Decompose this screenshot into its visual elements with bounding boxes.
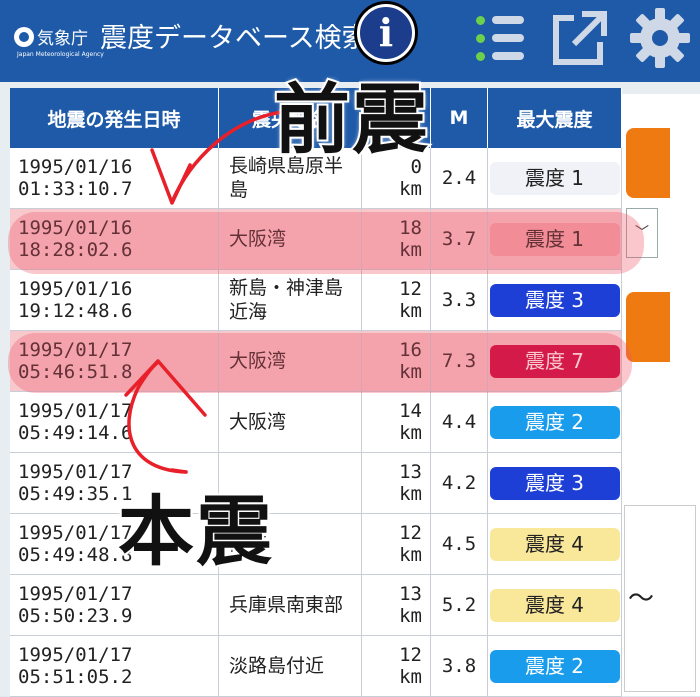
cell-datetime: 1995/01/17 05:50:23.9 bbox=[10, 574, 219, 636]
highlight-band-foreshock bbox=[8, 212, 644, 274]
cell-depth: 13 km bbox=[361, 452, 431, 514]
cell-max-intensity: 震度 4 bbox=[487, 574, 622, 636]
cell-magnitude: 3.8 bbox=[430, 635, 488, 697]
layers-menu-button[interactable] bbox=[476, 14, 524, 64]
info-button[interactable]: i bbox=[357, 4, 415, 62]
cell-time: 05:51:05.2 bbox=[18, 666, 133, 688]
depth-value: 12 bbox=[399, 522, 422, 544]
cell-max-intensity: 震度 4 bbox=[487, 513, 622, 575]
table-row[interactable]: 1995/01/17 05:50:23.9 兵庫県南東部 13 km 5.2 震度 4 bbox=[10, 574, 622, 636]
cell-datetime: 1995/01/16 19:12:48.6 bbox=[10, 269, 219, 331]
cell-epicenter: 淡路島付近 bbox=[218, 635, 362, 697]
depth-value: 12 bbox=[399, 278, 422, 300]
orange-action-button-1[interactable] bbox=[626, 128, 670, 198]
depth-unit: km bbox=[399, 666, 422, 688]
external-link-icon[interactable] bbox=[548, 8, 608, 68]
cell-datetime: 1995/01/17 05:51:05.2 bbox=[10, 635, 219, 697]
depth-unit: km bbox=[399, 178, 422, 200]
depth-unit: km bbox=[399, 483, 422, 505]
intensity-badge: 震度 3 bbox=[489, 283, 620, 317]
jma-logo-icon bbox=[14, 26, 34, 47]
page-title: 震度データベース検索 bbox=[100, 23, 369, 54]
cell-depth: 13 km bbox=[361, 574, 431, 636]
cell-magnitude: 2.4 bbox=[430, 148, 488, 209]
cell-depth: 12 km bbox=[361, 635, 431, 697]
table-row[interactable]: 1995/01/17 05:49:35.1 13 km 4.2 震度 3 bbox=[10, 452, 622, 514]
depth-unit: km bbox=[399, 544, 422, 566]
cell-time: 19:12:48.6 bbox=[18, 300, 133, 322]
depth-value: 14 bbox=[399, 400, 422, 422]
cell-max-intensity: 震度 1 bbox=[487, 148, 622, 209]
table-row[interactable]: 1995/01/17 05:49:48.8 南東 12 km 4.5 震度 4 bbox=[10, 513, 622, 575]
cell-magnitude: 4.5 bbox=[430, 513, 488, 575]
jma-logo: 気象庁 Japan Meteorological Agency bbox=[14, 24, 104, 58]
logo-english-text: Japan Meteorological Agency bbox=[17, 51, 104, 58]
cell-depth: 14 km bbox=[361, 391, 431, 453]
foreshock-annotation: 前震 bbox=[272, 73, 430, 166]
intensity-badge: 震度 2 bbox=[489, 405, 620, 439]
cell-epicenter: 大阪湾 bbox=[218, 391, 362, 453]
depth-value: 13 bbox=[399, 583, 422, 605]
gear-icon[interactable] bbox=[628, 6, 692, 70]
cell-date: 1995/01/17 bbox=[18, 644, 133, 666]
intensity-badge: 震度 2 bbox=[489, 649, 620, 683]
cell-datetime: 1995/01/16 01:33:10.7 bbox=[10, 148, 219, 209]
cell-magnitude: 4.2 bbox=[430, 452, 488, 514]
cell-time: 05:49:14.6 bbox=[18, 422, 133, 444]
col-datetime[interactable]: 地震の発生日時 bbox=[10, 88, 219, 148]
cell-date: 1995/01/16 bbox=[18, 278, 133, 300]
depth-value: 13 bbox=[399, 461, 422, 483]
intensity-badge: 震度 3 bbox=[489, 466, 620, 500]
table-row[interactable]: 1995/01/17 05:49:14.6 大阪湾 14 km 4.4 震度 2 bbox=[10, 391, 622, 453]
cell-epicenter: 兵庫県南東部 bbox=[218, 574, 362, 636]
cell-max-intensity: 震度 3 bbox=[487, 269, 622, 331]
cell-epicenter: 新島・神津島近海 bbox=[218, 269, 362, 331]
cell-depth: 12 km bbox=[361, 269, 431, 331]
cell-magnitude: 3.3 bbox=[430, 269, 488, 331]
intensity-badge: 震度 4 bbox=[489, 527, 620, 561]
range-tilde: 〜 bbox=[628, 584, 655, 614]
mainshock-annotation: 本震 bbox=[116, 485, 274, 578]
cell-max-intensity: 震度 2 bbox=[487, 391, 622, 453]
orange-action-button-2[interactable] bbox=[626, 292, 670, 362]
depth-value: 12 bbox=[399, 644, 422, 666]
cell-date: 1995/01/17 bbox=[18, 400, 133, 422]
col-magnitude[interactable]: M bbox=[430, 88, 488, 148]
cell-max-intensity: 震度 2 bbox=[487, 635, 622, 697]
intensity-badge: 震度 4 bbox=[489, 588, 620, 622]
col-max-intensity[interactable]: 最大震度 bbox=[487, 88, 622, 148]
cell-depth: 12 km bbox=[361, 513, 431, 575]
highlight-band-mainshock bbox=[8, 333, 632, 393]
table-row[interactable]: 1995/01/16 19:12:48.6 新島・神津島近海 12 km 3.3 震度 3 bbox=[10, 269, 622, 331]
depth-unit: km bbox=[399, 605, 422, 627]
cell-time: 01:33:10.7 bbox=[18, 178, 133, 200]
cell-max-intensity: 震度 3 bbox=[487, 452, 622, 514]
cell-date: 1995/01/17 bbox=[18, 583, 133, 605]
cell-magnitude: 5.2 bbox=[430, 574, 488, 636]
cell-time: 05:50:23.9 bbox=[18, 605, 133, 627]
cell-magnitude: 4.4 bbox=[430, 391, 488, 453]
table-row[interactable]: 1995/01/17 05:51:05.2 淡路島付近 12 km 3.8 震度 2 bbox=[10, 635, 622, 697]
depth-unit: km bbox=[399, 422, 422, 444]
depth-unit: km bbox=[399, 300, 422, 322]
logo-text: 気象庁 bbox=[37, 29, 88, 49]
cell-date: 1995/01/16 bbox=[18, 156, 133, 178]
intensity-badge: 震度 1 bbox=[489, 161, 620, 195]
cell-datetime: 1995/01/17 05:49:14.6 bbox=[10, 391, 219, 453]
